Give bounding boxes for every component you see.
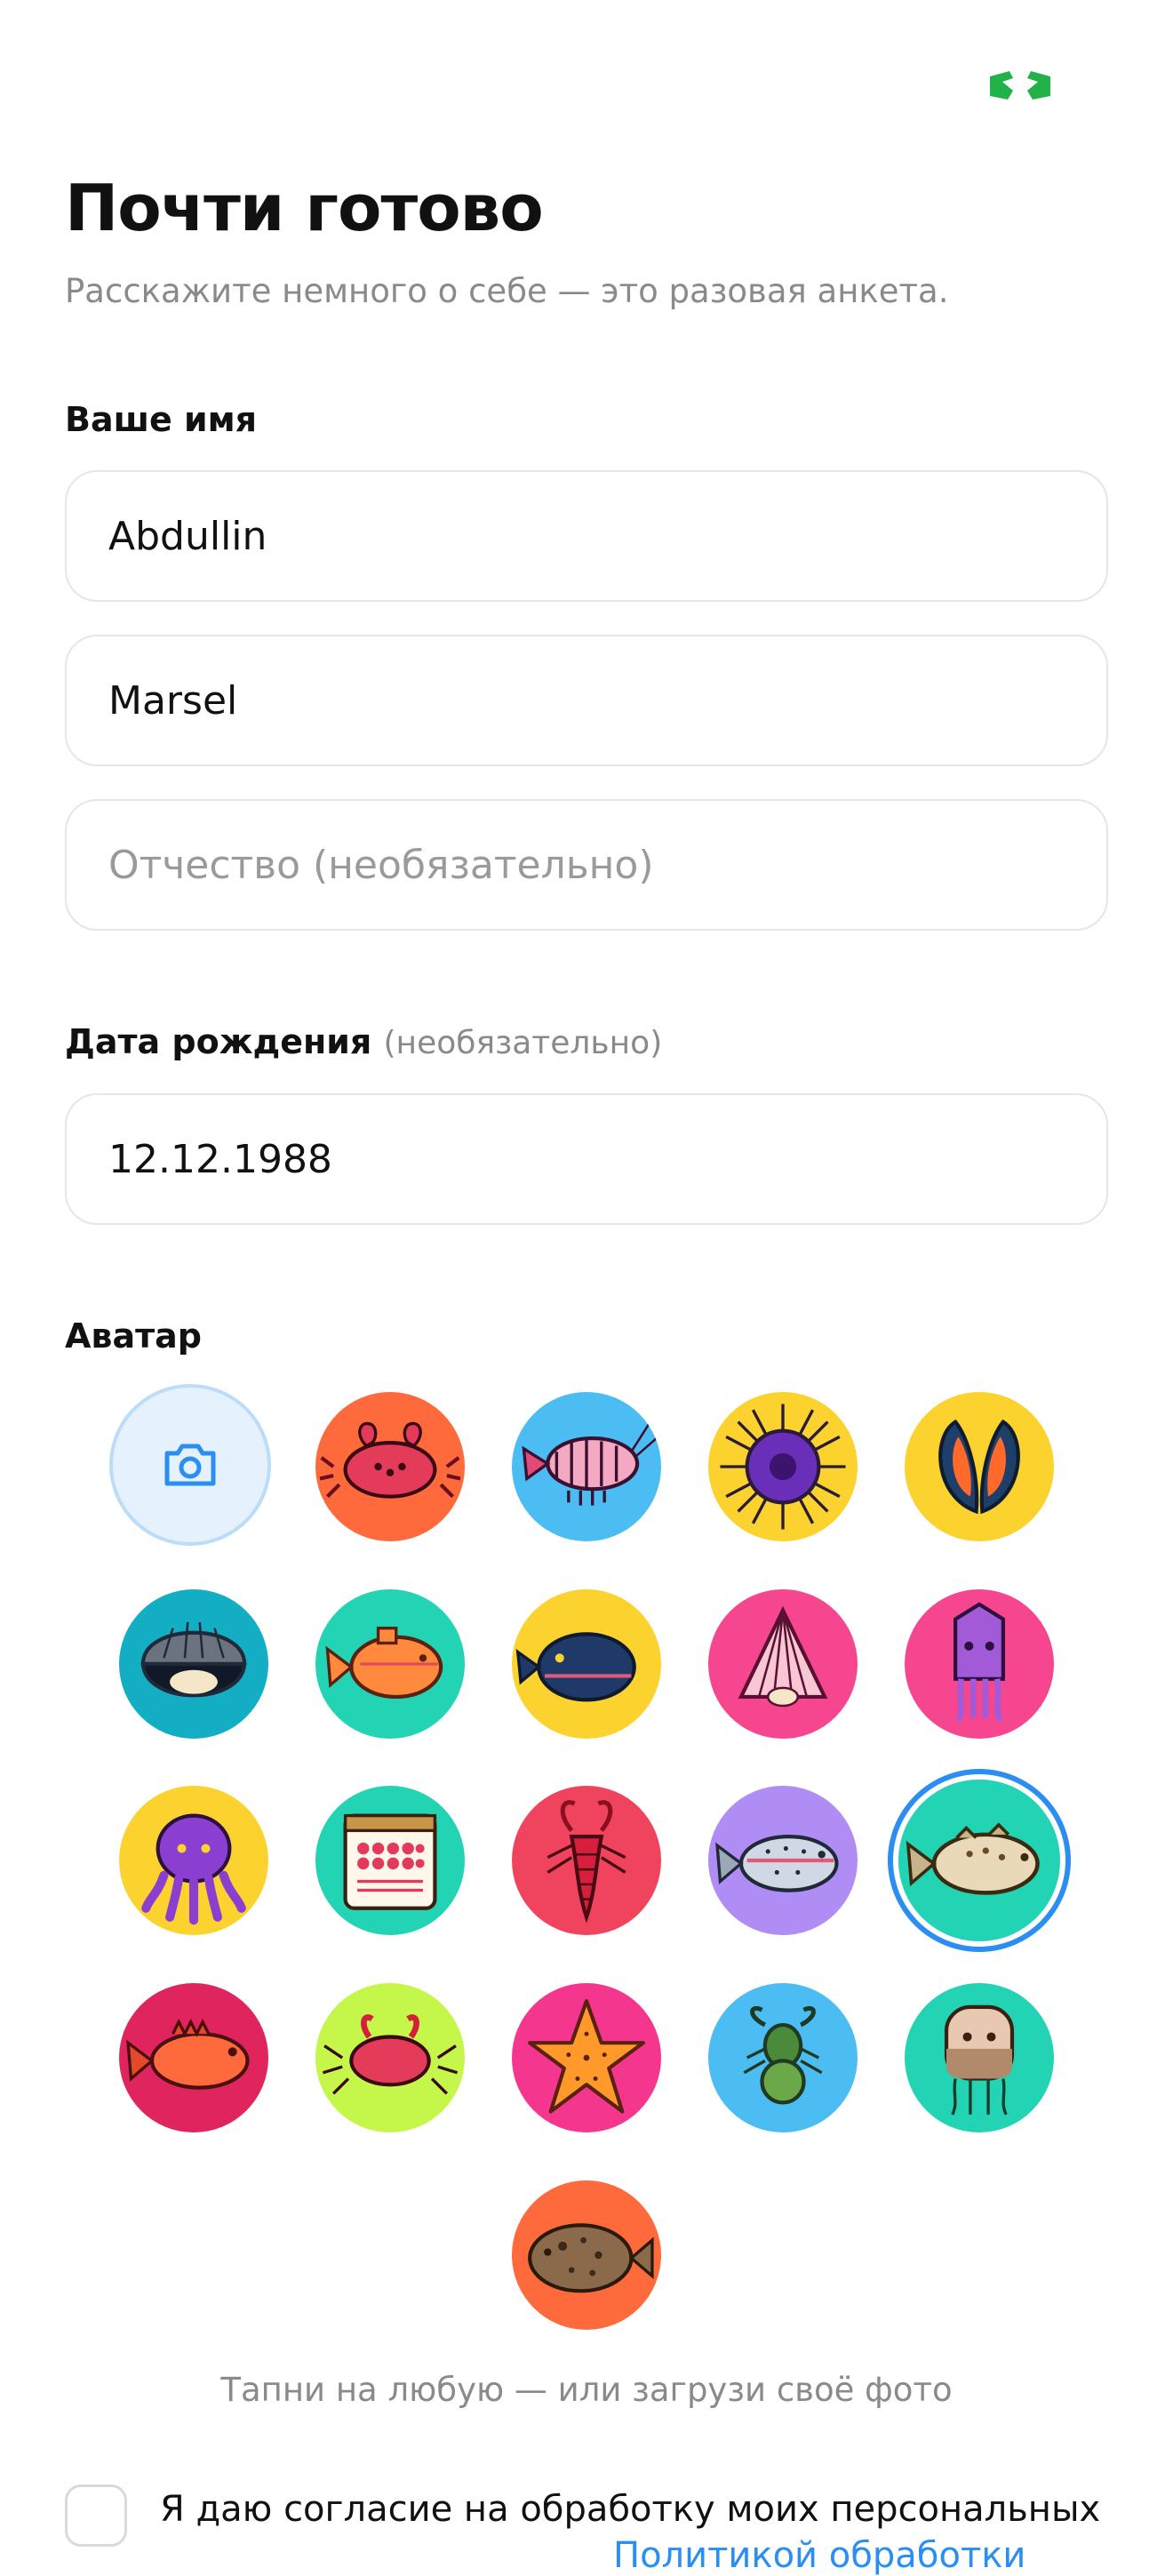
privacy-policy-link[interactable]: Политикой обработки	[613, 2535, 1025, 2576]
avatar-jellyfish-teal[interactable]	[905, 1983, 1054, 2132]
first-name-input[interactable]	[67, 636, 1106, 764]
avatar-caviar-jar-teal[interactable]	[315, 1786, 465, 1935]
shrimp-icon	[512, 1392, 661, 1541]
avatar-starfish-pink[interactable]	[512, 1983, 661, 2132]
sea-urchin-icon	[708, 1392, 858, 1541]
avatar-crab-lime[interactable]	[315, 1983, 465, 2132]
last-name-field[interactable]	[65, 470, 1108, 602]
tuna-icon	[512, 1589, 661, 1739]
avatar-fish-canned-teal[interactable]	[315, 1589, 465, 1739]
scallop-icon	[708, 1589, 858, 1739]
birth-date-optional: (необязательно)	[383, 1025, 663, 1061]
avatar-scallop-pink[interactable]	[708, 1589, 858, 1739]
birth-date-label: Дата рождения (необязательно)	[65, 1022, 662, 1061]
consent-link-wrap: Политикой обработки	[613, 2535, 1025, 2576]
avatar-flounder-orange[interactable]	[512, 2180, 661, 2330]
avatar-label: Аватар	[65, 1316, 202, 1356]
camera-icon	[164, 1444, 216, 1486]
avatar-crab-orange[interactable]	[315, 1392, 465, 1541]
avatar-mussel-yellow[interactable]	[905, 1392, 1054, 1541]
squid-icon	[905, 1589, 1054, 1739]
last-name-input[interactable]	[67, 472, 1106, 600]
avatar-oyster-teal[interactable]	[119, 1589, 268, 1739]
lobster-icon	[512, 1786, 661, 1935]
page-subtitle: Расскажите немного о себе — это разовая …	[65, 272, 949, 310]
avatar-fish-teal-selected[interactable]	[898, 1780, 1060, 1941]
redfish-icon	[119, 1983, 268, 2132]
patronymic-input[interactable]	[67, 801, 1106, 929]
avatar-tuna-yellow[interactable]	[512, 1589, 661, 1739]
consent-text-label: Я даю согласие на обработку моих персона…	[160, 2489, 1101, 2530]
mussel-icon	[905, 1392, 1054, 1541]
birth-date-input[interactable]	[67, 1095, 1106, 1223]
flounder-icon	[512, 2180, 661, 2330]
caviar-jar-icon	[315, 1786, 465, 1935]
page-title: Почти готово	[65, 171, 544, 245]
avatar-lobster-red[interactable]	[512, 1786, 661, 1935]
crab-icon	[315, 1983, 465, 2132]
avatar-trout-purple[interactable]	[708, 1786, 858, 1935]
crab-icon	[315, 1392, 465, 1541]
first-name-field[interactable]	[65, 635, 1108, 766]
name-label: Ваше имя	[65, 400, 258, 439]
sea-bug-icon	[708, 1983, 858, 2132]
patronymic-field[interactable]	[65, 799, 1108, 931]
consent-checkbox[interactable]	[65, 2484, 127, 2547]
avatar-bug-blue[interactable]	[708, 1983, 858, 2132]
jellyfish-icon	[905, 1983, 1054, 2132]
avatar-hint: Тапни на любую — или загрузи своё фото	[220, 2371, 953, 2409]
consent-text: Я даю согласие на обработку моих персона…	[160, 2489, 1100, 2530]
avatar-urchin-yellow[interactable]	[708, 1392, 858, 1541]
fish-icon	[315, 1589, 465, 1739]
birth-date-label-text: Дата рождения	[65, 1022, 372, 1061]
avatar-octopus-yellow[interactable]	[119, 1786, 268, 1935]
brand-logo-icon	[990, 71, 1050, 100]
avatar-redfish-crimson[interactable]	[119, 1983, 268, 2132]
upload-photo-button[interactable]	[109, 1384, 271, 1546]
avatar-squid-pink[interactable]	[905, 1589, 1054, 1739]
birth-date-field[interactable]	[65, 1093, 1108, 1225]
fish-icon	[898, 1780, 1060, 1941]
avatar-shrimp-blue[interactable]	[512, 1392, 661, 1541]
starfish-icon	[512, 1983, 661, 2132]
octopus-icon	[119, 1786, 268, 1935]
oyster-icon	[119, 1589, 268, 1739]
trout-icon	[708, 1786, 858, 1935]
